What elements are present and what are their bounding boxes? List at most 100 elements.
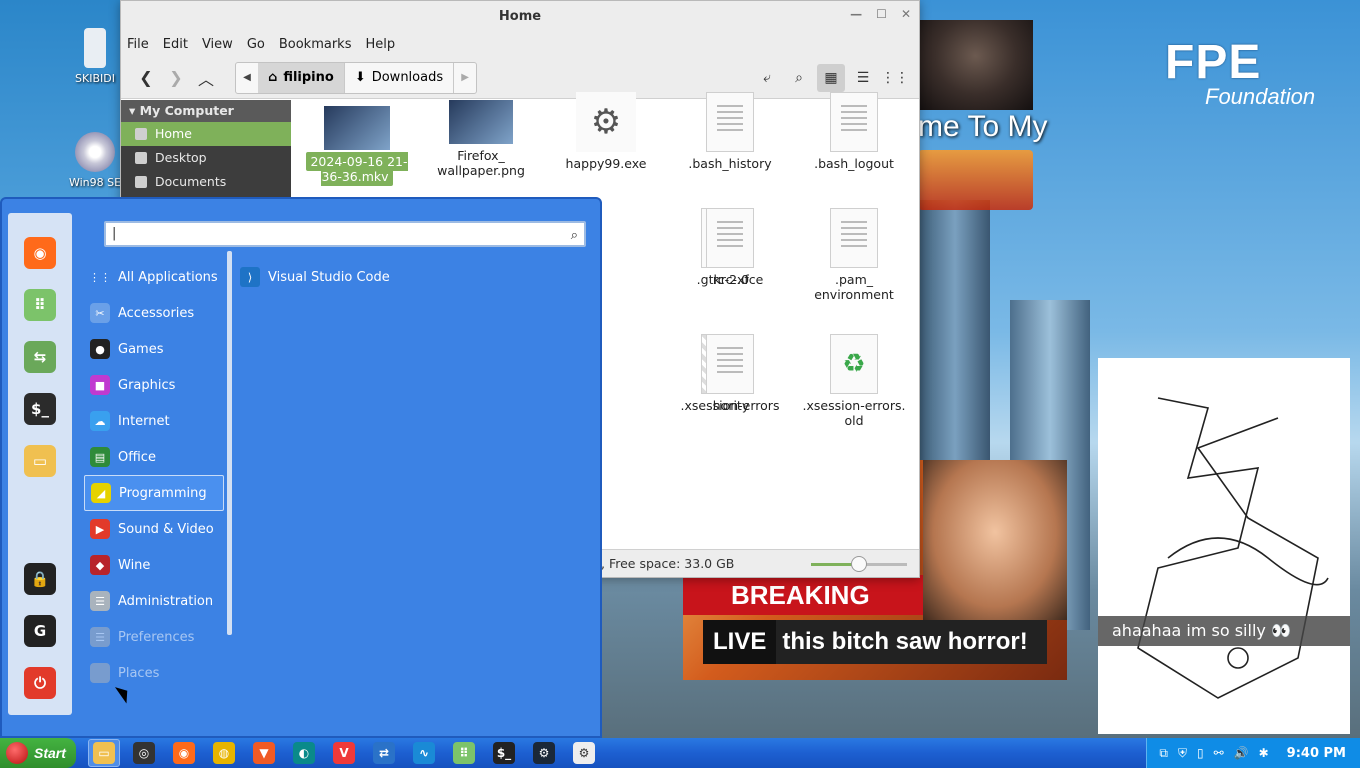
category-wine[interactable]: ◆ Wine xyxy=(84,547,224,583)
list-view-button[interactable]: ☰ xyxy=(849,64,877,92)
taskbar-app-steam[interactable]: ⚙ xyxy=(528,739,560,767)
vivaldi-icon: V xyxy=(333,742,355,764)
menu-view[interactable]: View xyxy=(202,37,233,52)
desktop-icon xyxy=(135,152,147,164)
category-games[interactable]: ● Games xyxy=(84,331,224,367)
app-grid-icon: ⠿ xyxy=(453,742,475,764)
file-item[interactable]: Firefox_ wallpaper.png xyxy=(421,100,541,178)
zoom-slider[interactable] xyxy=(811,556,907,572)
file-item[interactable]: ⚙ happy99.exe xyxy=(546,92,666,171)
maximize-icon[interactable]: ☐ xyxy=(876,7,887,21)
category-office[interactable]: ▤ Office xyxy=(84,439,224,475)
favorite-logout[interactable]: G xyxy=(24,615,56,647)
file-item[interactable]: .xsession-errors xyxy=(670,334,790,413)
icon-view-button[interactable]: ▦ xyxy=(817,63,845,92)
taskbar-app-edge-dev[interactable]: ◐ xyxy=(288,739,320,767)
taskbar-app-aperture[interactable]: ◎ xyxy=(128,739,160,767)
breadcrumb-item-downloads[interactable]: ⬇ Downloads xyxy=(345,62,455,93)
clock[interactable]: 9:40 PM xyxy=(1287,746,1346,761)
menu-edit[interactable]: Edit xyxy=(163,37,188,52)
taskbar-app-firefox[interactable]: ◉ xyxy=(168,739,200,767)
category-sound-video[interactable]: ▶ Sound & Video xyxy=(84,511,224,547)
start-button[interactable]: Start xyxy=(0,738,76,768)
favorite-terminal[interactable]: $_ xyxy=(24,393,56,425)
breadcrumb-left-arrow[interactable]: ◀ xyxy=(236,63,258,93)
favorite-toggle[interactable]: ⇆ xyxy=(24,341,56,373)
location-toggle-button[interactable]: ⤶ xyxy=(753,64,781,92)
search-icon: ⌕ xyxy=(795,69,803,86)
fpe-logo-big: FPE xyxy=(1165,36,1262,89)
up-button[interactable]: ︿ xyxy=(191,63,221,93)
edge-dev-icon: ◐ xyxy=(293,742,315,764)
category-accessories[interactable]: ✂ Accessories xyxy=(84,295,224,331)
menu-file[interactable]: File xyxy=(127,37,149,52)
network-icon[interactable]: ⚯ xyxy=(1214,746,1224,760)
file-item[interactable]: .bash_logout xyxy=(794,92,914,171)
news-caption: this bitch saw horror! xyxy=(776,620,1047,664)
favorite-app-grid[interactable]: ⠿ xyxy=(24,289,56,321)
minimize-icon[interactable]: — xyxy=(850,7,862,21)
close-icon[interactable]: ✕ xyxy=(901,7,911,21)
breadcrumb: ◀ ⌂ filipino ⬇ Downloads ▶ xyxy=(235,61,478,94)
volume-icon[interactable]: 🔊 xyxy=(1234,746,1249,760)
window-title: Home xyxy=(498,8,542,24)
search-input[interactable]: | ⌕ xyxy=(104,221,586,247)
taskbar-app-brave[interactable]: ▼ xyxy=(248,739,280,767)
sidebar-item-desktop[interactable]: Desktop xyxy=(121,146,291,170)
taskbar-app-monitor[interactable]: ∿ xyxy=(408,739,440,767)
search-icon: ⌕ xyxy=(570,228,578,243)
chrome-icon: ◍ xyxy=(213,742,235,764)
category-internet[interactable]: ☁ Internet xyxy=(84,403,224,439)
zoom-slider-handle[interactable] xyxy=(851,556,867,572)
file-name: .xsession-errors. old xyxy=(802,398,906,428)
taskbar-app-settings[interactable]: ⚙ xyxy=(568,739,600,767)
category-preferences[interactable]: ☰ Preferences xyxy=(84,619,224,655)
menu-go[interactable]: Go xyxy=(247,37,265,52)
file-item[interactable]: .bash_history xyxy=(670,92,790,171)
sidebar-heading[interactable]: ▾ My Computer xyxy=(121,100,291,122)
list-icon: ☰ xyxy=(856,69,870,86)
category-icon: ⋮⋮ xyxy=(89,267,111,287)
category-places[interactable]: Places xyxy=(84,655,224,691)
category-label: Graphics xyxy=(118,377,176,393)
news-banner: BREAKING NEWS xyxy=(683,575,923,650)
shield-icon[interactable]: ⛨ xyxy=(1178,746,1187,761)
taskbar-app-app-grid[interactable]: ⠿ xyxy=(448,739,480,767)
file-item[interactable]: 2024-09-16 21-36-36.mkv xyxy=(297,106,417,186)
cd-disc-icon xyxy=(75,132,115,172)
search-button[interactable]: ⌕ xyxy=(785,64,813,92)
category-administration[interactable]: ☰ Administration xyxy=(84,583,224,619)
file-item[interactable]: .gtkrc-xfce xyxy=(670,208,790,287)
file-item[interactable]: ♻ .xsession-errors. old xyxy=(794,334,914,428)
file-name: .xsession-errors xyxy=(680,398,780,413)
menu-help[interactable]: Help xyxy=(365,37,395,52)
window-titlebar[interactable]: Home — ☐ ✕ xyxy=(121,1,919,31)
file-item[interactable]: .pam_ environment xyxy=(794,208,914,302)
favorite-lock[interactable]: 🔒 xyxy=(24,563,56,595)
category-programming[interactable]: ◢ Programming xyxy=(84,475,224,511)
category-graphics[interactable]: ■ Graphics xyxy=(84,367,224,403)
sidebar-item-documents[interactable]: Documents xyxy=(121,170,291,194)
category-icon: ● xyxy=(90,339,110,359)
sidebar-item-home[interactable]: Home xyxy=(121,122,291,146)
compact-view-button[interactable]: ⋮⋮ xyxy=(881,64,909,92)
breadcrumb-item-filipino[interactable]: ⌂ filipino xyxy=(258,62,345,93)
back-button[interactable]: ❮ xyxy=(131,63,161,93)
bluetooth-icon[interactable]: ✱ xyxy=(1259,746,1269,760)
video-thumbnail-icon xyxy=(324,106,390,150)
favorite-firefox[interactable]: ◉ xyxy=(24,237,56,269)
taskbar-app-chrome[interactable]: ◍ xyxy=(208,739,240,767)
menu-bookmarks[interactable]: Bookmarks xyxy=(279,37,352,52)
favorite-power[interactable]: ⏻ xyxy=(24,667,56,699)
taskbar-app-vivaldi[interactable]: V xyxy=(328,739,360,767)
tray-app-icon[interactable]: ⧉ xyxy=(1159,746,1168,761)
forward-button[interactable]: ❯ xyxy=(161,63,191,93)
favorite-folder[interactable]: ▭ xyxy=(24,445,56,477)
breadcrumb-right-arrow[interactable]: ▶ xyxy=(454,63,476,93)
clipboard-icon[interactable]: ▯ xyxy=(1197,746,1204,760)
app-item-vscode[interactable]: ⟩ Visual Studio Code xyxy=(240,259,390,295)
category-all-applications[interactable]: ⋮⋮ All Applications xyxy=(84,259,224,295)
taskbar-app-folder[interactable]: ▭ xyxy=(88,739,120,767)
taskbar-app-remote[interactable]: ⇄ xyxy=(368,739,400,767)
taskbar-app-terminal[interactable]: $_ xyxy=(488,739,520,767)
